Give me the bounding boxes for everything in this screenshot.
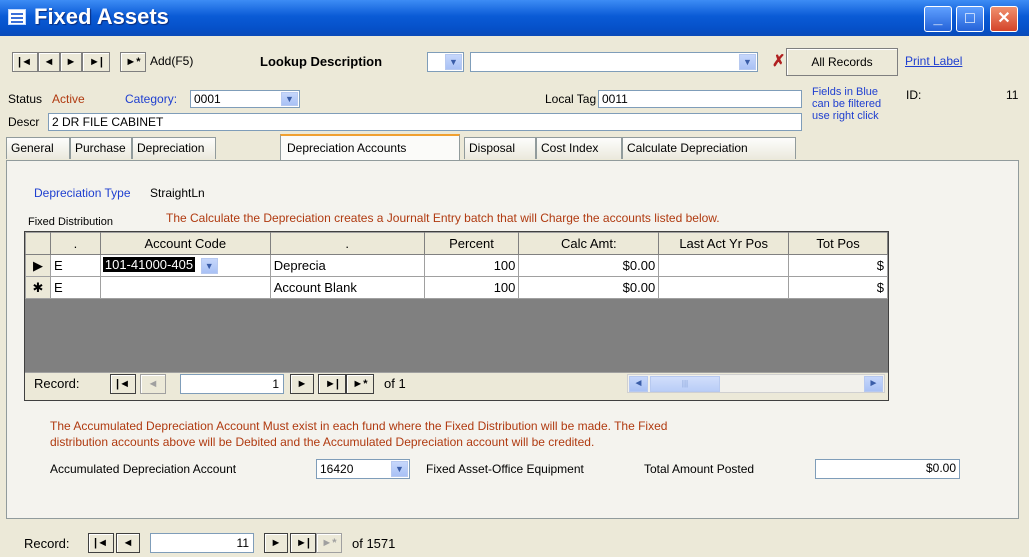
chevron-down-icon[interactable]: ▼ <box>281 92 298 106</box>
local-tag-input[interactable]: 0011 <box>598 90 802 108</box>
clear-filter-icon[interactable]: ✗ <box>772 51 785 71</box>
chevron-down-icon[interactable]: ▼ <box>739 54 756 70</box>
print-label-link[interactable]: Print Label <box>905 54 962 68</box>
tot-pos-cell[interactable]: $ <box>788 254 888 277</box>
table-row[interactable]: ✱ E Account Blank 100 $0.00 $ <box>25 276 888 299</box>
form-record-count: of 1571 <box>352 536 396 551</box>
table-row[interactable]: ▶ E 101-41000-405 ▼ Deprecia 100 $0.00 $ <box>25 254 888 277</box>
type-cell[interactable]: E <box>49 276 101 299</box>
description-input[interactable]: 2 DR FILE CABINET <box>48 113 802 131</box>
chevron-down-icon[interactable]: ▼ <box>200 257 218 274</box>
all-records-button[interactable]: All Records <box>786 48 898 76</box>
grid-header-row: . Account Code . Percent Calc Amt: Last … <box>25 232 888 255</box>
record-label: Record: <box>24 536 70 551</box>
column-header-account-code[interactable]: Account Code <box>99 232 271 255</box>
current-row-icon[interactable]: ▶ <box>25 254 51 277</box>
tab-disposal[interactable]: Disposal <box>464 137 536 159</box>
last-act-yr-cell[interactable] <box>658 254 790 277</box>
calc-amt-cell[interactable]: $0.00 <box>518 276 660 299</box>
column-header-calc-amt[interactable]: Calc Amt: <box>518 232 660 255</box>
category-combo[interactable]: 0001 ▼ <box>190 90 300 108</box>
prev-record-button[interactable]: ◄ <box>38 52 60 72</box>
column-header[interactable]: . <box>49 232 101 255</box>
row-selector-header <box>25 232 51 255</box>
tot-pos-cell[interactable]: $ <box>788 276 888 299</box>
type-cell[interactable]: E <box>49 254 101 277</box>
description-cell[interactable]: Account Blank <box>269 276 425 299</box>
account-code-value[interactable]: 101-41000-405 <box>102 257 196 273</box>
depreciation-type-label: Depreciation Type <box>34 186 131 200</box>
form-last-record-button[interactable]: ►| <box>290 533 316 553</box>
accumulated-note: The Accumulated Depreciation Account Mus… <box>50 419 668 449</box>
status-value: Active <box>52 92 85 106</box>
accumulated-account-label: Accumulated Depreciation Account <box>50 462 237 476</box>
grid-record-count: of 1 <box>384 376 406 391</box>
first-record-button[interactable]: |◄ <box>12 52 38 72</box>
scroll-thumb[interactable]: ||| <box>650 376 720 392</box>
grid-prev-record-button[interactable]: ◄ <box>140 374 166 394</box>
accumulated-account-combo[interactable]: 16420 ▼ <box>316 459 410 479</box>
form-prev-record-button[interactable]: ◄ <box>116 533 140 553</box>
depreciation-type-value: StraightLn <box>150 186 205 200</box>
id-label: ID: <box>906 88 922 102</box>
account-code-cell[interactable]: 101-41000-405 ▼ <box>99 254 271 277</box>
scroll-right-icon[interactable]: ► <box>864 376 883 392</box>
grid-new-record-button[interactable]: ►* <box>346 374 374 394</box>
descr-label: Descr <box>8 115 40 129</box>
total-amount-posted-label: Total Amount Posted <box>644 462 755 476</box>
column-header-last-act-yr[interactable]: Last Act Yr Pos <box>658 232 790 255</box>
total-amount-posted-value: $0.00 <box>815 459 960 479</box>
tab-depreciation[interactable]: Depreciation <box>132 137 216 159</box>
form-record-number-input[interactable]: 11 <box>150 533 254 553</box>
tab-general[interactable]: General <box>6 137 70 159</box>
percent-cell[interactable]: 100 <box>423 254 520 277</box>
tab-purchase[interactable]: Purchase <box>70 137 132 159</box>
grid-record-number-input[interactable]: 1 <box>180 374 284 394</box>
accumulated-account-desc: Fixed Asset-Office Equipment <box>426 462 584 476</box>
filter-note: Fields in Blue can be filtered use right… <box>812 86 882 122</box>
calc-note: The Calculate the Depreciation creates a… <box>166 211 720 225</box>
window-title: Fixed Assets <box>34 4 169 29</box>
tab-depreciation-accounts[interactable]: Depreciation Accounts <box>280 134 460 160</box>
grid-first-record-button[interactable]: |◄ <box>110 374 136 394</box>
description-cell[interactable]: Deprecia <box>269 254 425 277</box>
maximize-button[interactable]: □ <box>956 6 984 32</box>
title-bar: Fixed Assets _ □ ✕ <box>0 0 1029 36</box>
close-button[interactable]: ✕ <box>990 6 1018 32</box>
lookup-description-combo[interactable]: ▼ <box>470 52 758 72</box>
status-label: Status <box>8 92 43 106</box>
lookup-field-select[interactable]: ▼ <box>427 52 464 72</box>
minimize-button[interactable]: _ <box>924 6 952 32</box>
column-header-tot-pos[interactable]: Tot Pos <box>788 232 888 255</box>
grid-horizontal-scrollbar[interactable]: ◄ ||| ► <box>627 374 885 393</box>
new-row-icon[interactable]: ✱ <box>25 276 51 299</box>
new-record-button[interactable]: ►* <box>120 52 146 72</box>
tab-cost-index[interactable]: Cost Index <box>536 137 622 159</box>
chevron-down-icon[interactable]: ▼ <box>445 54 462 70</box>
add-button[interactable]: Add(F5) <box>150 54 193 68</box>
id-value: 11 <box>1006 88 1019 102</box>
account-code-cell[interactable] <box>99 276 271 299</box>
column-header-percent[interactable]: Percent <box>423 232 520 255</box>
lookup-label: Lookup Description <box>260 54 383 69</box>
chevron-down-icon[interactable]: ▼ <box>391 461 408 477</box>
next-record-button[interactable]: ► <box>60 52 82 72</box>
grid-next-record-button[interactable]: ► <box>290 374 314 394</box>
grid-record-label: Record: <box>34 376 80 391</box>
category-label: Category: <box>125 92 178 106</box>
tab-calculate-depreciation[interactable]: Calculate Depreciation <box>622 137 796 159</box>
scroll-left-icon[interactable]: ◄ <box>629 376 648 392</box>
fixed-distribution-label: Fixed Distribution <box>28 216 113 228</box>
local-tag-label: Local Tag <box>545 92 597 106</box>
grid-last-record-button[interactable]: ►| <box>318 374 346 394</box>
last-act-yr-cell[interactable] <box>658 276 790 299</box>
form-icon <box>8 9 26 25</box>
column-header[interactable]: . <box>269 232 425 255</box>
form-new-record-button[interactable]: ►* <box>316 533 342 553</box>
calc-amt-cell[interactable]: $0.00 <box>518 254 660 277</box>
form-first-record-button[interactable]: |◄ <box>88 533 114 553</box>
last-record-button[interactable]: ►| <box>82 52 110 72</box>
percent-cell[interactable]: 100 <box>423 276 520 299</box>
form-next-record-button[interactable]: ► <box>264 533 288 553</box>
